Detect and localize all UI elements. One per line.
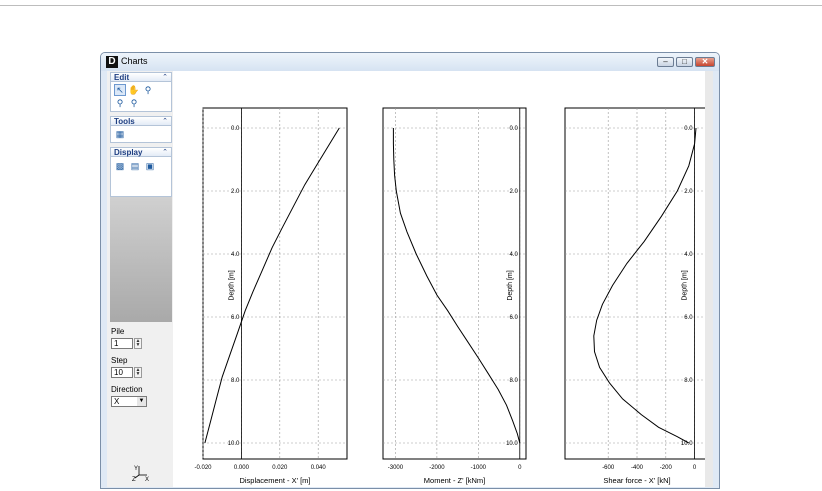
x-tick-label: 0.040 (311, 465, 327, 471)
y-tick-label: 4.0 (509, 252, 518, 258)
direction-value: X (114, 397, 120, 406)
display-group-title: Display (114, 148, 143, 157)
y-tick-label: 6.0 (509, 315, 518, 321)
chart-frame (202, 107, 348, 460)
charts-area: -0.020 0.000 0.020 0.040 0.0 2.0 4.0 6.0 8.0 10.0… (173, 71, 713, 487)
y-tick-label: 4.0 (684, 252, 693, 258)
x-axis-label: Displacement - X' [m] (239, 476, 310, 485)
edit-group-title: Edit (114, 73, 130, 82)
step-stepper[interactable]: 10 (111, 367, 133, 378)
tools-group-body: ▦ (110, 126, 172, 143)
axis-y-label: Y (134, 466, 138, 472)
tools-group-header[interactable]: Tools ⌃ (110, 116, 172, 126)
axis-x-label: X (145, 477, 149, 481)
charts-window: D Charts – □ ✕ Edit ⌃ ↖ ✋ ⚲ ⚲ ⚲ Tools ⌃ … (100, 52, 720, 489)
chart-frame (382, 107, 527, 460)
chart-tool-icon[interactable]: ▦ (114, 128, 126, 140)
pile-stepper[interactable]: 1 (111, 338, 133, 349)
collapse-chevron-icon[interactable]: ⌃ (162, 148, 168, 157)
window-title: Charts (121, 56, 148, 66)
y-tick-label: 0.0 (684, 126, 693, 132)
minimize-button[interactable]: – (657, 57, 674, 67)
display-page-icon[interactable]: ▤ (129, 160, 141, 172)
step-spin-icon[interactable]: ▲ ▼ (134, 367, 142, 378)
x-tick-label: -0.020 (194, 465, 212, 471)
y-tick-label: 2.0 (684, 189, 693, 195)
y-axis-label: Depth [m] (507, 270, 514, 300)
pile-spin-up-icon[interactable]: ▲ ▼ (134, 338, 142, 349)
window-client-area: Edit ⌃ ↖ ✋ ⚲ ⚲ ⚲ Tools ⌃ ▦ Display ⌃ ▩ ▤… (107, 71, 713, 487)
display-fit-icon[interactable]: ▩ (114, 160, 126, 172)
y-tick-label: 0.0 (231, 126, 240, 132)
tools-group-title: Tools (114, 117, 135, 126)
x-tick-label: -1000 (471, 465, 487, 471)
display-group-body: ▩ ▤ ▣ (110, 157, 172, 197)
title-bar[interactable]: D Charts – □ ✕ (101, 53, 719, 71)
x-tick-label: -400 (631, 465, 644, 471)
x-tick-label: -2000 (429, 465, 445, 471)
y-axis-label: Depth [m] (682, 270, 689, 300)
charts-canvas[interactable]: -0.020 0.000 0.020 0.0400.02.04.06.08.010.0… (173, 71, 713, 487)
collapse-chevron-icon[interactable]: ⌃ (162, 73, 168, 82)
display-group-header[interactable]: Display ⌃ (110, 147, 172, 157)
edit-group-header[interactable]: Edit ⌃ (110, 72, 172, 82)
y-tick-label: 0.0 (509, 126, 518, 132)
y-tick-label: 6.0 (231, 315, 240, 321)
close-button[interactable]: ✕ (695, 57, 715, 67)
y-tick-label: 10.0 (228, 441, 240, 447)
chevron-down-icon[interactable]: ▼ (137, 397, 146, 406)
y-tick-label: 4.0 (231, 252, 240, 258)
maximize-button[interactable]: □ (676, 57, 693, 67)
step-label: Step (111, 356, 128, 365)
hand-pan-icon[interactable]: ✋ (128, 84, 140, 96)
y-tick-label: 10.0 (506, 441, 518, 447)
left-tool-panel: Edit ⌃ ↖ ✋ ⚲ ⚲ ⚲ Tools ⌃ ▦ Display ⌃ ▩ ▤… (107, 71, 173, 487)
top-divider-line (0, 5, 822, 6)
y-tick-label: 2.0 (231, 189, 240, 195)
y-tick-label: 8.0 (231, 378, 240, 384)
zoom-in-icon[interactable]: ⚲ (114, 97, 126, 109)
x-tick-label: 0.020 (272, 465, 288, 471)
x-tick-label: 0.000 (234, 465, 250, 471)
coordinate-axes-icon: Y Z X (132, 466, 149, 481)
y-tick-label: 8.0 (509, 378, 518, 384)
x-axis-label: Shear force - X' [kN] (603, 476, 670, 485)
select-arrow-icon[interactable]: ↖ (114, 84, 126, 96)
zoom-icon[interactable]: ⚲ (142, 84, 154, 96)
y-axis-label: Depth [m] (228, 270, 235, 300)
x-axis-label: Moment - Z' [kNm] (424, 476, 485, 485)
x-tick-label: -600 (602, 465, 615, 471)
y-tick-label: 6.0 (684, 315, 693, 321)
y-tick-label: 8.0 (684, 378, 693, 384)
display-export-icon[interactable]: ▣ (144, 160, 156, 172)
x-tick-label: 0 (518, 465, 522, 471)
collapse-chevron-icon[interactable]: ⌃ (162, 117, 168, 126)
x-tick-label: -200 (660, 465, 673, 471)
y-tick-label: 2.0 (509, 189, 518, 195)
x-tick-label: 0 (693, 465, 697, 471)
vertical-scrollbar[interactable] (705, 71, 713, 487)
x-tick-label: -3000 (388, 465, 404, 471)
pile-label: Pile (111, 327, 125, 336)
axis-z-label: Z (132, 477, 136, 481)
app-logo-icon: D (106, 56, 118, 68)
direction-select[interactable]: X ▼ (111, 396, 147, 407)
direction-label: Direction (111, 385, 143, 394)
panel-empty-area (110, 197, 172, 322)
zoom-out-icon[interactable]: ⚲ (128, 97, 140, 109)
edit-group-body: ↖ ✋ ⚲ ⚲ ⚲ (110, 82, 172, 112)
